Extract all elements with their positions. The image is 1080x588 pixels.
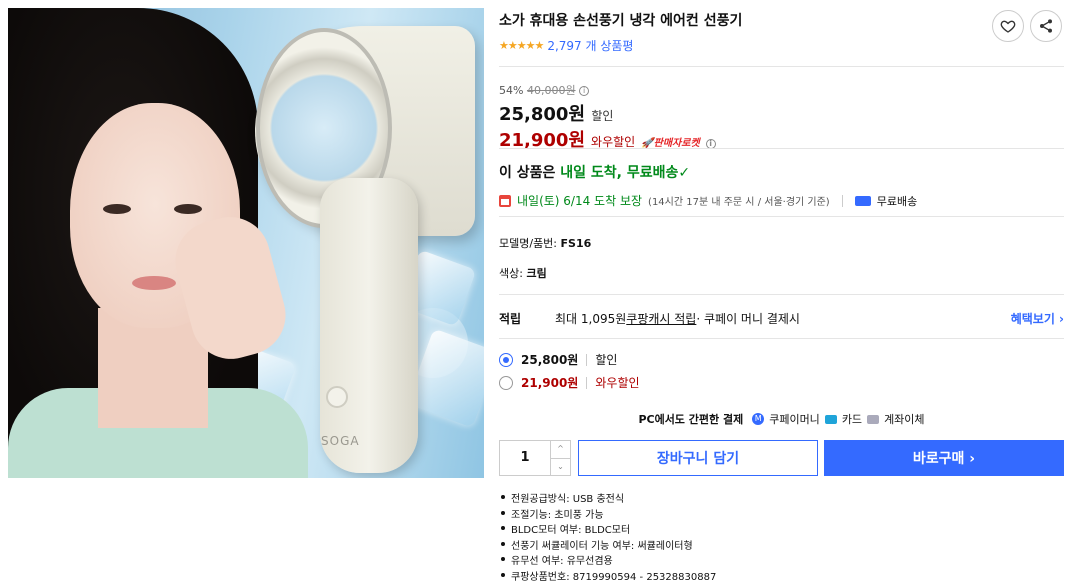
share-button[interactable] bbox=[1030, 10, 1062, 42]
attribute-item: 전원공급방식: USB 충전식 bbox=[499, 490, 716, 506]
delivery-guarantee-note: (14시간 17분 내 주문 시 / 서울·경기 기준) bbox=[648, 197, 830, 208]
review-count[interactable]: 2,797 개 상품평 bbox=[547, 37, 633, 54]
divider bbox=[499, 338, 1064, 339]
coupay-money-icon: M bbox=[752, 413, 765, 425]
free-shipping: 무료배송 bbox=[876, 194, 918, 208]
divider bbox=[499, 216, 1064, 217]
fan-body bbox=[320, 178, 418, 473]
divider bbox=[499, 294, 1064, 295]
check-icon: ✓ bbox=[678, 165, 691, 181]
divider bbox=[499, 66, 1064, 67]
delivery-headline-prefix: 이 상품은 bbox=[499, 165, 561, 181]
product-title: 소가 휴대용 손선풍기 냉각 에어컨 선풍기 bbox=[499, 13, 743, 29]
product-info: 소가 휴대용 손선풍기 냉각 에어컨 선풍기 ★★★★★ 2,797 개 상품평 bbox=[499, 10, 1064, 54]
bank-transfer-icon bbox=[867, 414, 880, 424]
sale-label: 할인 bbox=[591, 109, 614, 123]
attribute-item: 선풍기 써큘레이터 기능 여부: 써큘레이터형 bbox=[499, 537, 716, 553]
payment-card: 카드 bbox=[841, 413, 863, 426]
model-number: 모델명/품번: FS16 bbox=[499, 235, 591, 251]
reward-suffix: · 쿠페이 머니 결제시 bbox=[696, 312, 800, 326]
model-lip bbox=[132, 276, 176, 290]
coupang-cash-link[interactable]: 쿠팡캐시 적립 bbox=[626, 310, 696, 327]
option-label: 와우할인 bbox=[595, 376, 640, 390]
delivery-guarantee: 내일(토) 6/14 도착 보장 bbox=[517, 194, 643, 208]
attribute-item: 유무선 여부: 유무선겸용 bbox=[499, 552, 716, 568]
option-value: 25,800원 bbox=[521, 353, 579, 367]
payment-account: 계좌이체 bbox=[884, 413, 925, 426]
buy-now-button[interactable]: 바로구매 › bbox=[824, 440, 1064, 476]
reward-prefix: 최대 1,095원 bbox=[555, 312, 627, 326]
color-label: 색상: bbox=[499, 267, 527, 280]
price-block: 54% 40,000원 i 25,800원 할인 21,900원 와우할인 🚀판… bbox=[499, 82, 716, 152]
attribute-item: 조절기능: 초미풍 가능 bbox=[499, 506, 716, 522]
product-attributes: 전원공급방식: USB 충전식 조절기능: 초미풍 가능 BLDC모터 여부: … bbox=[499, 490, 716, 583]
radio-unselected[interactable] bbox=[499, 375, 513, 390]
info-icon[interactable]: i bbox=[579, 86, 590, 96]
card-icon bbox=[824, 414, 837, 424]
model-eye bbox=[174, 204, 202, 214]
original-price: 40,000원 bbox=[526, 84, 576, 97]
price-option-sale[interactable]: 25,800원 할인 bbox=[499, 351, 617, 368]
separator bbox=[841, 194, 843, 207]
fan-logo: SOGA bbox=[321, 434, 360, 448]
option-value: 21,900원 bbox=[521, 376, 579, 390]
rating-stars: ★★★★★ bbox=[499, 39, 544, 52]
payment-lead: PC에서도 간편한 결제 bbox=[638, 413, 744, 426]
add-to-cart-button[interactable]: 장바구니 담기 bbox=[578, 440, 818, 476]
delivery-headline-highlight: 내일 도착, 무료배송 bbox=[560, 165, 679, 181]
quantity-steps: ^ ⌄ bbox=[550, 441, 570, 475]
truck-icon bbox=[854, 195, 871, 206]
model-label: 모델명/품번: bbox=[499, 237, 561, 250]
price-option-wow[interactable]: 21,900원 와우할인 bbox=[499, 374, 640, 391]
attribute-item: 쿠팡상품번호: 8719990594 - 25328830887 bbox=[499, 568, 716, 584]
quantity-stepper[interactable]: 1 ^ ⌄ bbox=[499, 440, 571, 476]
share-icon bbox=[1040, 19, 1052, 33]
delivery-guarantee-row: 내일(토) 6/14 도착 보장 (14시간 17분 내 주문 시 / 서울·경… bbox=[499, 192, 917, 209]
quantity-input[interactable]: 1 bbox=[500, 441, 550, 475]
fan-power-button bbox=[326, 386, 348, 408]
chevron-up-icon[interactable]: ^ bbox=[551, 441, 570, 458]
divider bbox=[499, 148, 1064, 149]
chevron-down-icon[interactable]: ⌄ bbox=[551, 457, 570, 476]
review-summary[interactable]: ★★★★★ 2,797 개 상품평 bbox=[499, 37, 1064, 54]
reward-label: 적립 bbox=[499, 312, 522, 326]
payment-methods: PC에서도 간편한 결제 M 쿠페이머니 카드 계좌이체 bbox=[499, 411, 1064, 427]
color-value: 크림 bbox=[526, 267, 547, 280]
model-eye bbox=[103, 204, 131, 214]
radio-selected[interactable] bbox=[499, 352, 513, 367]
discount-rate: 54% bbox=[499, 84, 524, 97]
calendar-icon bbox=[499, 194, 511, 207]
product-image[interactable]: SOGA bbox=[8, 8, 484, 478]
benefit-link[interactable]: 혜택보기 › bbox=[1011, 310, 1064, 327]
seller-rocket-badge: 🚀판매자로켓 bbox=[641, 138, 700, 149]
attribute-item: BLDC모터 여부: BLDC모터 bbox=[499, 521, 716, 537]
delivery-headline: 이 상품은 내일 도착, 무료배송✓ bbox=[499, 162, 690, 182]
option-label: 할인 bbox=[595, 353, 618, 367]
separator bbox=[586, 353, 588, 366]
separator bbox=[586, 376, 588, 389]
sale-price: 25,800원 bbox=[499, 104, 586, 125]
payment-money: 쿠페이머니 bbox=[769, 413, 820, 426]
wishlist-button[interactable] bbox=[992, 10, 1024, 42]
reward-row: 적립 최대 1,095원 쿠팡캐시 적립 · 쿠페이 머니 결제시 혜택보기 › bbox=[499, 310, 1064, 327]
heart-icon bbox=[1000, 20, 1016, 33]
sale-price-line: 25,800원 할인 bbox=[499, 100, 716, 126]
discount-line: 54% 40,000원 i bbox=[499, 82, 716, 98]
model-value: FS16 bbox=[560, 237, 592, 250]
color-option: 색상: 크림 bbox=[499, 265, 547, 281]
